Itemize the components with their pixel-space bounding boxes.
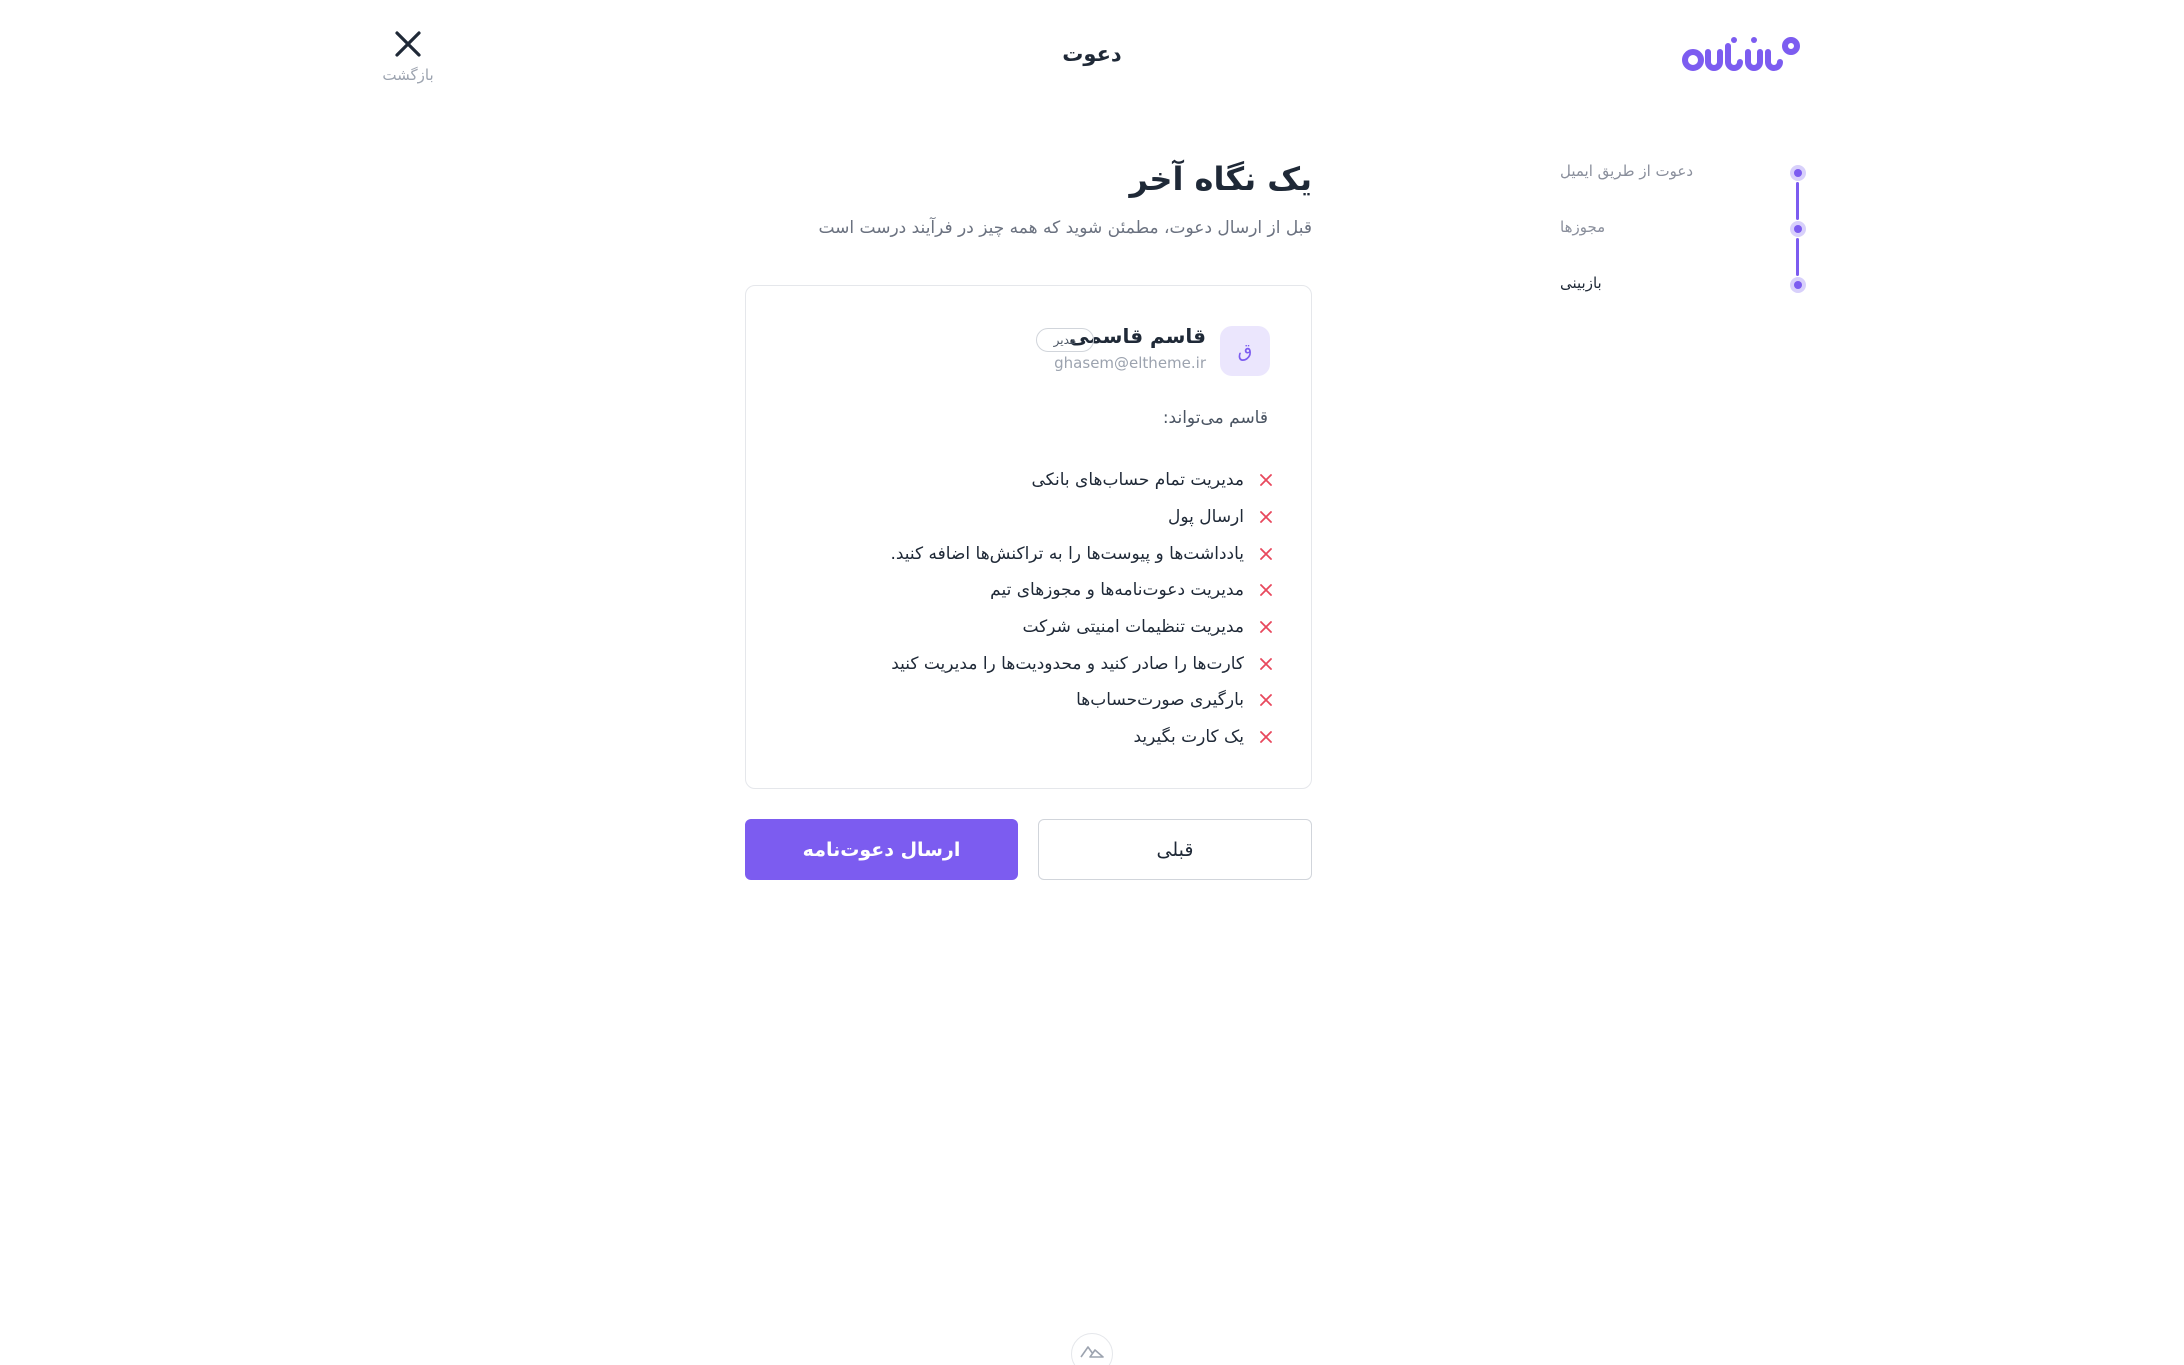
list-item: مدیریت تنظیمات امنیتی شرکت xyxy=(766,609,1276,646)
step-dot xyxy=(1790,165,1806,181)
review-subtitle: قبل از ارسال دعوت، مطمئن شوید که همه چیز… xyxy=(818,218,1312,238)
permission-text: یک کارت بگیرید xyxy=(1133,727,1244,748)
x-icon xyxy=(1256,544,1276,564)
permission-text: مدیریت دعوت‌نامه‌ها و مجوزهای تیم xyxy=(990,580,1244,601)
list-item: مدیریت دعوت‌نامه‌ها و مجوزهای تیم xyxy=(766,572,1276,609)
page-title: دعوت xyxy=(1062,42,1122,66)
close-icon xyxy=(395,31,421,57)
permissions-list: مدیریت تمام حساب‌های بانکی ارسال پول یاد… xyxy=(766,462,1276,756)
step-dot xyxy=(1790,277,1806,293)
review-title: یک نگاه آخر xyxy=(1129,160,1312,198)
x-icon xyxy=(1256,654,1276,674)
previous-button[interactable]: قبلی xyxy=(1038,819,1312,880)
permission-text: ارسال پول xyxy=(1168,507,1244,528)
list-item: بارگیری صورت‌حساب‌ها xyxy=(766,682,1276,719)
step-invite-by-email[interactable]: دعوت از طریق ایمیل xyxy=(1560,160,1810,220)
x-icon xyxy=(1256,470,1276,490)
x-icon xyxy=(1256,507,1276,527)
step-label: مجوزها xyxy=(1560,218,1606,236)
back-label: بازگشت xyxy=(382,66,434,84)
x-icon xyxy=(1256,580,1276,600)
back-button[interactable]: بازگشت xyxy=(368,28,448,88)
footer-logo xyxy=(1071,1333,1113,1365)
mountain-icon xyxy=(1080,1346,1104,1358)
review-card: ق قاسم قاسمی مدیر ghasem@eltheme.ir قاسم… xyxy=(745,285,1312,789)
x-icon xyxy=(1256,617,1276,637)
permission-text: مدیریت تمام حساب‌های بانکی xyxy=(1031,470,1244,491)
list-item: مدیریت تمام حساب‌های بانکی xyxy=(766,462,1276,499)
send-invitation-button[interactable]: ارسال دعوت‌نامه xyxy=(745,819,1018,880)
avatar: ق xyxy=(1220,326,1270,376)
list-item: یک کارت بگیرید xyxy=(766,719,1276,756)
list-item: ارسال پول xyxy=(766,499,1276,536)
x-icon xyxy=(1256,690,1276,710)
step-label: دعوت از طریق ایمیل xyxy=(1560,162,1694,180)
step-permissions[interactable]: مجوزها xyxy=(1560,216,1810,276)
permission-text: کارت‌ها را صادر کنید و محدودیت‌ها را مدی… xyxy=(891,653,1244,674)
step-connector xyxy=(1796,238,1799,276)
permission-text: یادداشت‌ها و پیوست‌ها را به تراکنش‌ها اض… xyxy=(890,543,1244,564)
permissions-heading: قاسم می‌تواند: xyxy=(1162,408,1268,428)
step-label: بازبینی xyxy=(1560,274,1602,292)
step-dot xyxy=(1790,221,1806,237)
user-email: ghasem@eltheme.ir xyxy=(1054,354,1206,372)
list-item: یادداشت‌ها و پیوست‌ها را به تراکنش‌ها اض… xyxy=(766,535,1276,572)
permission-text: مدیریت تنظیمات امنیتی شرکت xyxy=(1022,617,1244,638)
brand-logo[interactable] xyxy=(1678,32,1804,80)
role-badge: مدیر xyxy=(1036,328,1094,352)
step-connector xyxy=(1796,182,1799,220)
logo-icon xyxy=(1682,37,1800,71)
list-item: کارت‌ها را صادر کنید و محدودیت‌ها را مدی… xyxy=(766,645,1276,682)
stepper: دعوت از طریق ایمیل مجوزها بازبینی xyxy=(1560,160,1810,328)
step-review[interactable]: بازبینی xyxy=(1560,272,1810,328)
x-icon xyxy=(1256,727,1276,747)
permission-text: بارگیری صورت‌حساب‌ها xyxy=(1076,690,1244,711)
